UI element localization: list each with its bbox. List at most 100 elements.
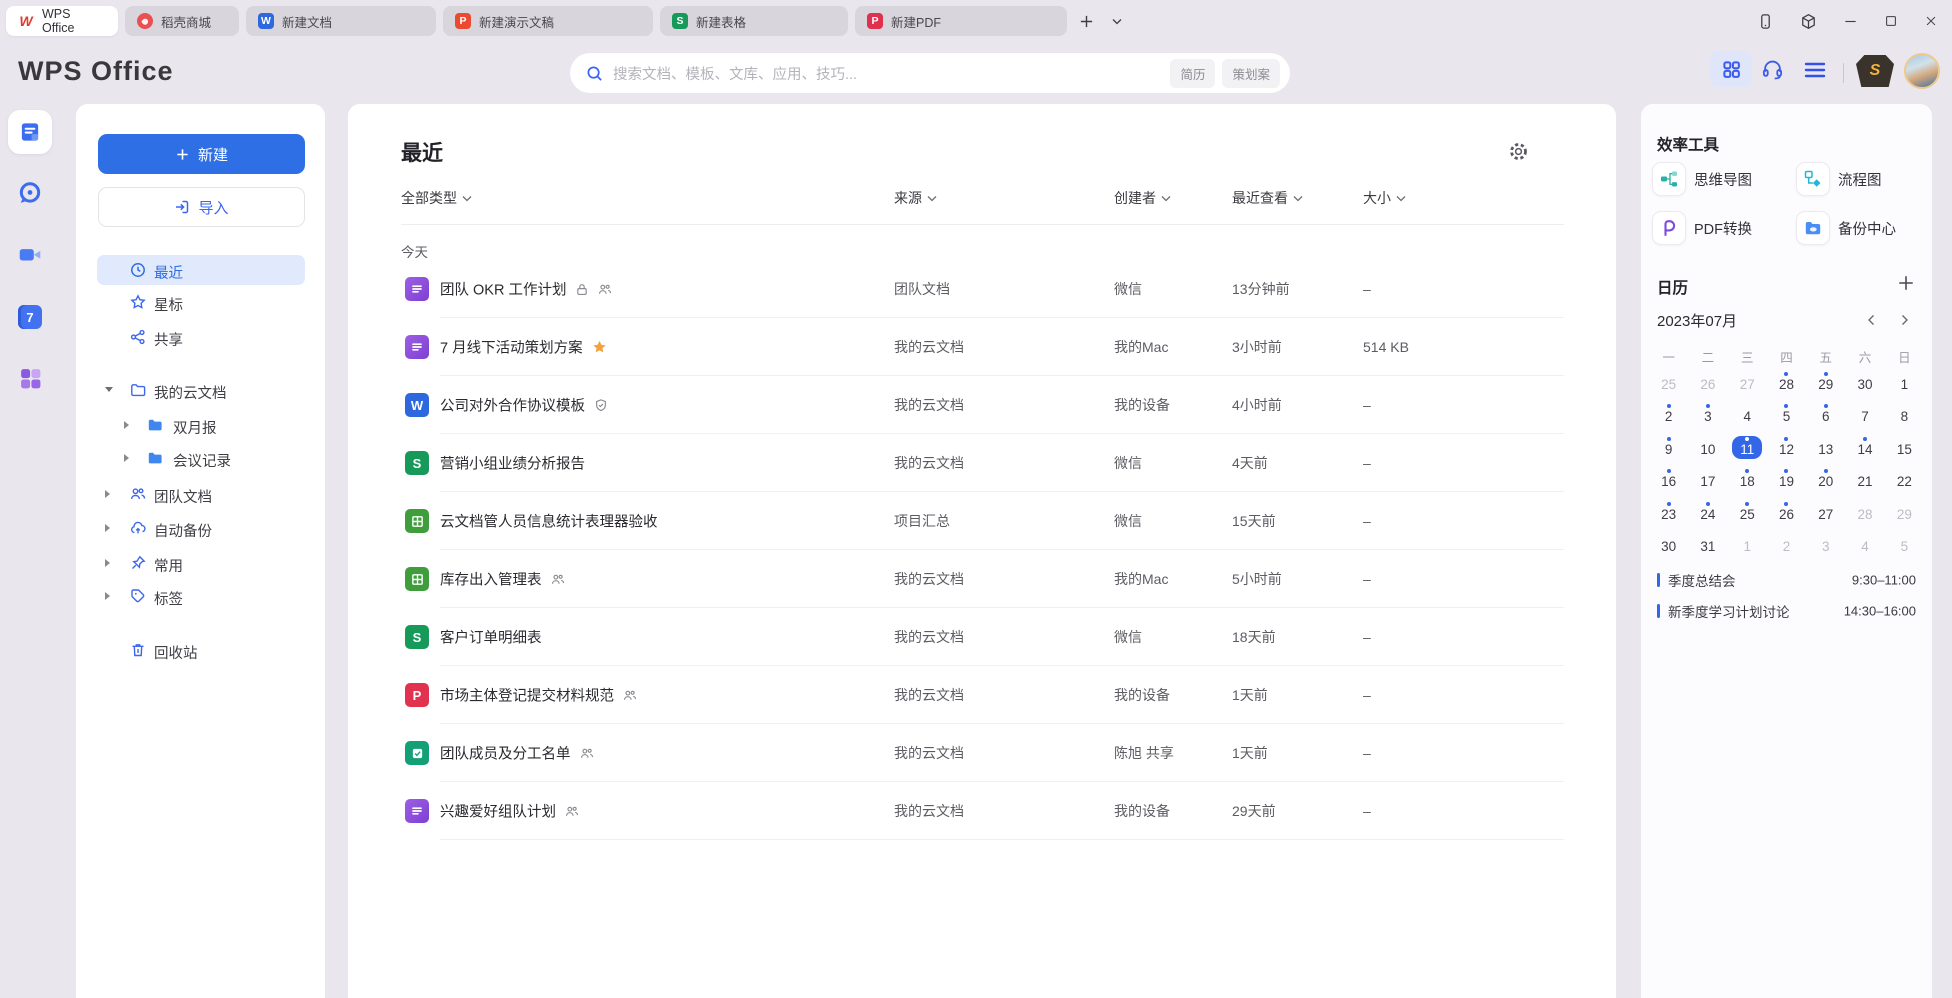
- calendar-day[interactable]: 4: [1845, 529, 1884, 562]
- sidebar-item-auto-backup[interactable]: 自动备份: [97, 513, 305, 543]
- tool-backup-center[interactable]: 备份中心: [1796, 211, 1896, 245]
- calendar-day[interactable]: 26: [1767, 496, 1806, 529]
- rail-item-calendar[interactable]: 7: [17, 304, 43, 330]
- calendar-day[interactable]: 30: [1845, 366, 1884, 399]
- calendar-day[interactable]: 6: [1806, 399, 1845, 432]
- calendar-day[interactable]: 18: [1728, 464, 1767, 497]
- calendar-next-button[interactable]: [1897, 313, 1911, 327]
- tab-new-spreadsheet[interactable]: S 新建表格: [660, 6, 848, 36]
- filter-size[interactable]: 大小: [1363, 188, 1406, 208]
- calendar-day-selected[interactable]: 11: [1728, 431, 1767, 464]
- file-row[interactable]: 7 月线下活动策划方案 我的云文档 我的Mac 3小时前 514 KB: [348, 318, 1616, 376]
- chevron-collapsed-icon[interactable]: [105, 524, 110, 532]
- calendar-prev-button[interactable]: [1865, 313, 1879, 327]
- sidebar-item-recycle-bin[interactable]: 回收站: [97, 635, 305, 665]
- new-tab-button[interactable]: [1074, 9, 1098, 33]
- sidebar-item-tags[interactable]: 标签: [97, 581, 305, 611]
- chevron-collapsed-icon[interactable]: [124, 421, 129, 429]
- calendar-day[interactable]: 2: [1649, 399, 1688, 432]
- calendar-day[interactable]: 16: [1649, 464, 1688, 497]
- calendar-day[interactable]: 31: [1688, 529, 1727, 562]
- calendar-day[interactable]: 3: [1688, 399, 1727, 432]
- chevron-collapsed-icon[interactable]: [105, 490, 110, 498]
- chevron-collapsed-icon[interactable]: [105, 592, 110, 600]
- main-menu-button[interactable]: [1803, 59, 1827, 81]
- tab-docer-store[interactable]: 稻壳商城: [125, 6, 239, 36]
- app-box-icon[interactable]: [1800, 13, 1817, 30]
- tab-wps-home[interactable]: W WPS Office: [6, 6, 118, 36]
- calendar-day[interactable]: 28: [1845, 496, 1884, 529]
- calendar-event[interactable]: 季度总结会 9:30–11:00: [1657, 566, 1916, 594]
- sidebar-item-my-cloud-docs[interactable]: 我的云文档: [97, 375, 305, 405]
- calendar-day[interactable]: 21: [1845, 464, 1884, 497]
- file-row[interactable]: P 市场主体登记提交材料规范 我的云文档 我的设备 1天前 –: [348, 666, 1616, 724]
- file-row[interactable]: 云文档管人员信息统计表理器验收 项目汇总 微信 15天前 –: [348, 492, 1616, 550]
- sidebar-item-meeting-notes[interactable]: 会议记录: [97, 443, 305, 473]
- calendar-day[interactable]: 19: [1767, 464, 1806, 497]
- calendar-day[interactable]: 12: [1767, 431, 1806, 464]
- sidebar-item-shared[interactable]: 共享: [97, 322, 305, 352]
- close-button[interactable]: [1924, 14, 1938, 28]
- calendar-event[interactable]: 新季度学习计划讨论 14:30–16:00: [1657, 597, 1916, 625]
- calendar-day[interactable]: 22: [1885, 464, 1924, 497]
- filter-creator[interactable]: 创建者: [1114, 188, 1171, 208]
- tab-new-document[interactable]: W 新建文档: [246, 6, 436, 36]
- apps-grid-button[interactable]: [1710, 51, 1752, 87]
- sidebar-item-frequent[interactable]: 常用: [97, 548, 305, 578]
- filter-all-types[interactable]: 全部类型: [401, 188, 472, 208]
- calendar-day[interactable]: 7: [1845, 399, 1884, 432]
- calendar-day[interactable]: 25: [1649, 366, 1688, 399]
- calendar-day[interactable]: 10: [1688, 431, 1727, 464]
- calendar-day[interactable]: 13: [1806, 431, 1845, 464]
- tab-new-presentation[interactable]: P 新建演示文稿: [443, 6, 653, 36]
- search-tag-resume[interactable]: 简历: [1170, 59, 1215, 88]
- calendar-day[interactable]: 8: [1885, 399, 1924, 432]
- sidebar-item-recent[interactable]: 最近: [97, 255, 305, 285]
- tool-flowchart[interactable]: 流程图: [1796, 162, 1882, 196]
- sidebar-item-team-docs[interactable]: 团队文档: [97, 479, 305, 509]
- calendar-day[interactable]: 23: [1649, 496, 1688, 529]
- sidebar-item-bimonthly-report[interactable]: 双月报: [97, 410, 305, 440]
- mobile-link-icon[interactable]: [1757, 13, 1774, 30]
- chevron-collapsed-icon[interactable]: [124, 454, 129, 462]
- member-badge[interactable]: S: [1856, 55, 1894, 87]
- calendar-day[interactable]: 1: [1885, 366, 1924, 399]
- calendar-day[interactable]: 29: [1806, 366, 1845, 399]
- calendar-day[interactable]: 27: [1806, 496, 1845, 529]
- tool-pdf-convert[interactable]: PDF转换: [1652, 211, 1752, 245]
- calendar-day[interactable]: 9: [1649, 431, 1688, 464]
- sidebar-item-starred[interactable]: 星标: [97, 287, 305, 317]
- file-row[interactable]: 团队成员及分工名单 我的云文档 陈旭 共享 1天前 –: [348, 724, 1616, 782]
- calendar-day[interactable]: 15: [1885, 431, 1924, 464]
- calendar-day[interactable]: 3: [1806, 529, 1845, 562]
- calendar-day[interactable]: 29: [1885, 496, 1924, 529]
- calendar-day[interactable]: 17: [1688, 464, 1727, 497]
- file-row[interactable]: 兴趣爱好组队计划 我的云文档 我的设备 29天前 –: [348, 782, 1616, 840]
- rail-item-meeting[interactable]: [17, 241, 43, 267]
- file-row[interactable]: S 营销小组业绩分析报告 我的云文档 微信 4天前 –: [348, 434, 1616, 492]
- user-avatar[interactable]: [1904, 53, 1940, 89]
- filter-last-viewed[interactable]: 最近查看: [1232, 188, 1303, 208]
- calendar-day[interactable]: 4: [1728, 399, 1767, 432]
- add-event-button[interactable]: [1897, 274, 1915, 292]
- calendar-day[interactable]: 2: [1767, 529, 1806, 562]
- global-search-bar[interactable]: 搜索文档、模板、文库、应用、技巧... 简历 策划案: [570, 53, 1290, 93]
- calendar-day[interactable]: 1: [1728, 529, 1767, 562]
- calendar-day[interactable]: 26: [1688, 366, 1727, 399]
- new-document-button[interactable]: 新建: [98, 134, 305, 174]
- filter-source[interactable]: 来源: [894, 188, 937, 208]
- support-button[interactable]: [1760, 57, 1785, 82]
- minimize-button[interactable]: [1843, 14, 1858, 29]
- calendar-day[interactable]: 14: [1845, 431, 1884, 464]
- tool-mindmap[interactable]: 思维导图: [1652, 162, 1752, 196]
- import-button[interactable]: 导入: [98, 187, 305, 227]
- calendar-day[interactable]: 27: [1728, 366, 1767, 399]
- rail-item-documents[interactable]: [8, 110, 52, 154]
- maximize-button[interactable]: [1884, 14, 1898, 28]
- file-row[interactable]: W 公司对外合作协议模板 我的云文档 我的设备 4小时前 –: [348, 376, 1616, 434]
- calendar-day[interactable]: 5: [1767, 399, 1806, 432]
- calendar-day[interactable]: 28: [1767, 366, 1806, 399]
- list-settings-button[interactable]: [1508, 141, 1529, 162]
- search-tag-plan[interactable]: 策划案: [1222, 59, 1280, 88]
- file-row[interactable]: 库存出入管理表 我的云文档 我的Mac 5小时前 –: [348, 550, 1616, 608]
